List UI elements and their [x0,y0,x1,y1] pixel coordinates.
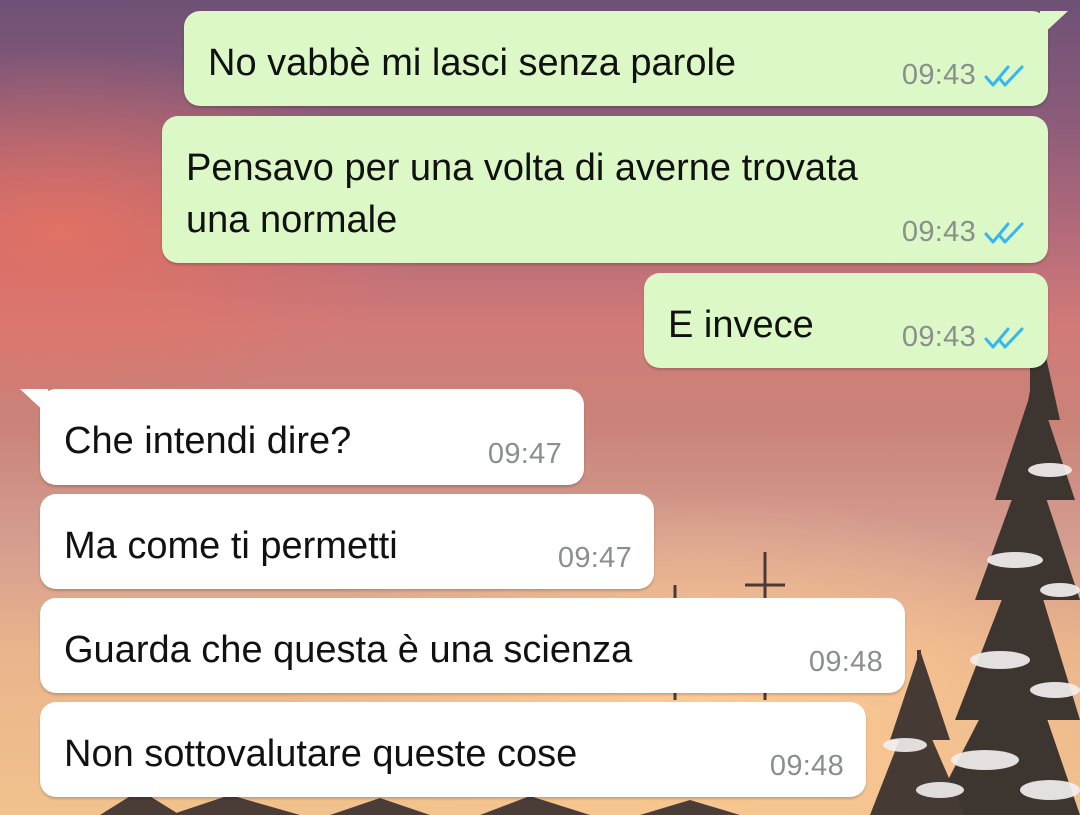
message-time: 09:47 [557,542,632,574]
message-text: Guarda che questa è una scienza [64,629,633,671]
message-text: E invece [668,304,814,346]
message-meta: 09:47 [558,542,632,575]
message-bubble-incoming[interactable]: Che intendi dire? 09:47 [20,389,584,485]
message-time: 09:43 [901,59,976,91]
message-meta: 09:43 [902,59,1026,92]
bubble-tail-incoming [20,389,48,415]
bubble-tail-outgoing [1040,11,1068,37]
message-time: 09:47 [487,438,562,470]
message-bubble-incoming[interactable]: Non sottovalutare queste cose 09:48 [40,702,866,797]
message-text: Che intendi dire? [64,420,352,462]
message-meta: 09:48 [809,646,883,679]
double-check-icon [984,65,1024,86]
message-time: 09:48 [769,750,844,782]
message-bubble-outgoing[interactable]: Pensavo per una volta di averne trovata … [162,116,1048,263]
message-bubble-outgoing[interactable]: No vabbè mi lasci senza parole 09:43 [184,11,1068,106]
message-time: 09:43 [901,321,976,353]
message-bubble-outgoing[interactable]: E invece 09:43 [644,273,1048,368]
double-check-icon [984,222,1024,243]
message-bubble-incoming[interactable]: Guarda che questa è una scienza 09:48 [40,598,905,693]
message-time: 09:48 [808,646,883,678]
message-meta: 09:43 [902,216,1026,249]
message-text: No vabbè mi lasci senza parole [208,42,737,84]
message-text: Pensavo per una volta di averne trovata … [186,147,858,241]
message-meta: 09:47 [488,438,562,471]
message-text: Non sottovalutare queste cose [64,733,578,775]
message-time: 09:43 [901,216,976,248]
message-meta: 09:43 [902,321,1026,354]
double-check-icon [984,327,1024,348]
message-meta: 09:48 [770,750,844,783]
message-text: Ma come ti permetti [64,525,398,567]
message-bubble-incoming[interactable]: Ma come ti permetti 09:47 [40,494,654,589]
